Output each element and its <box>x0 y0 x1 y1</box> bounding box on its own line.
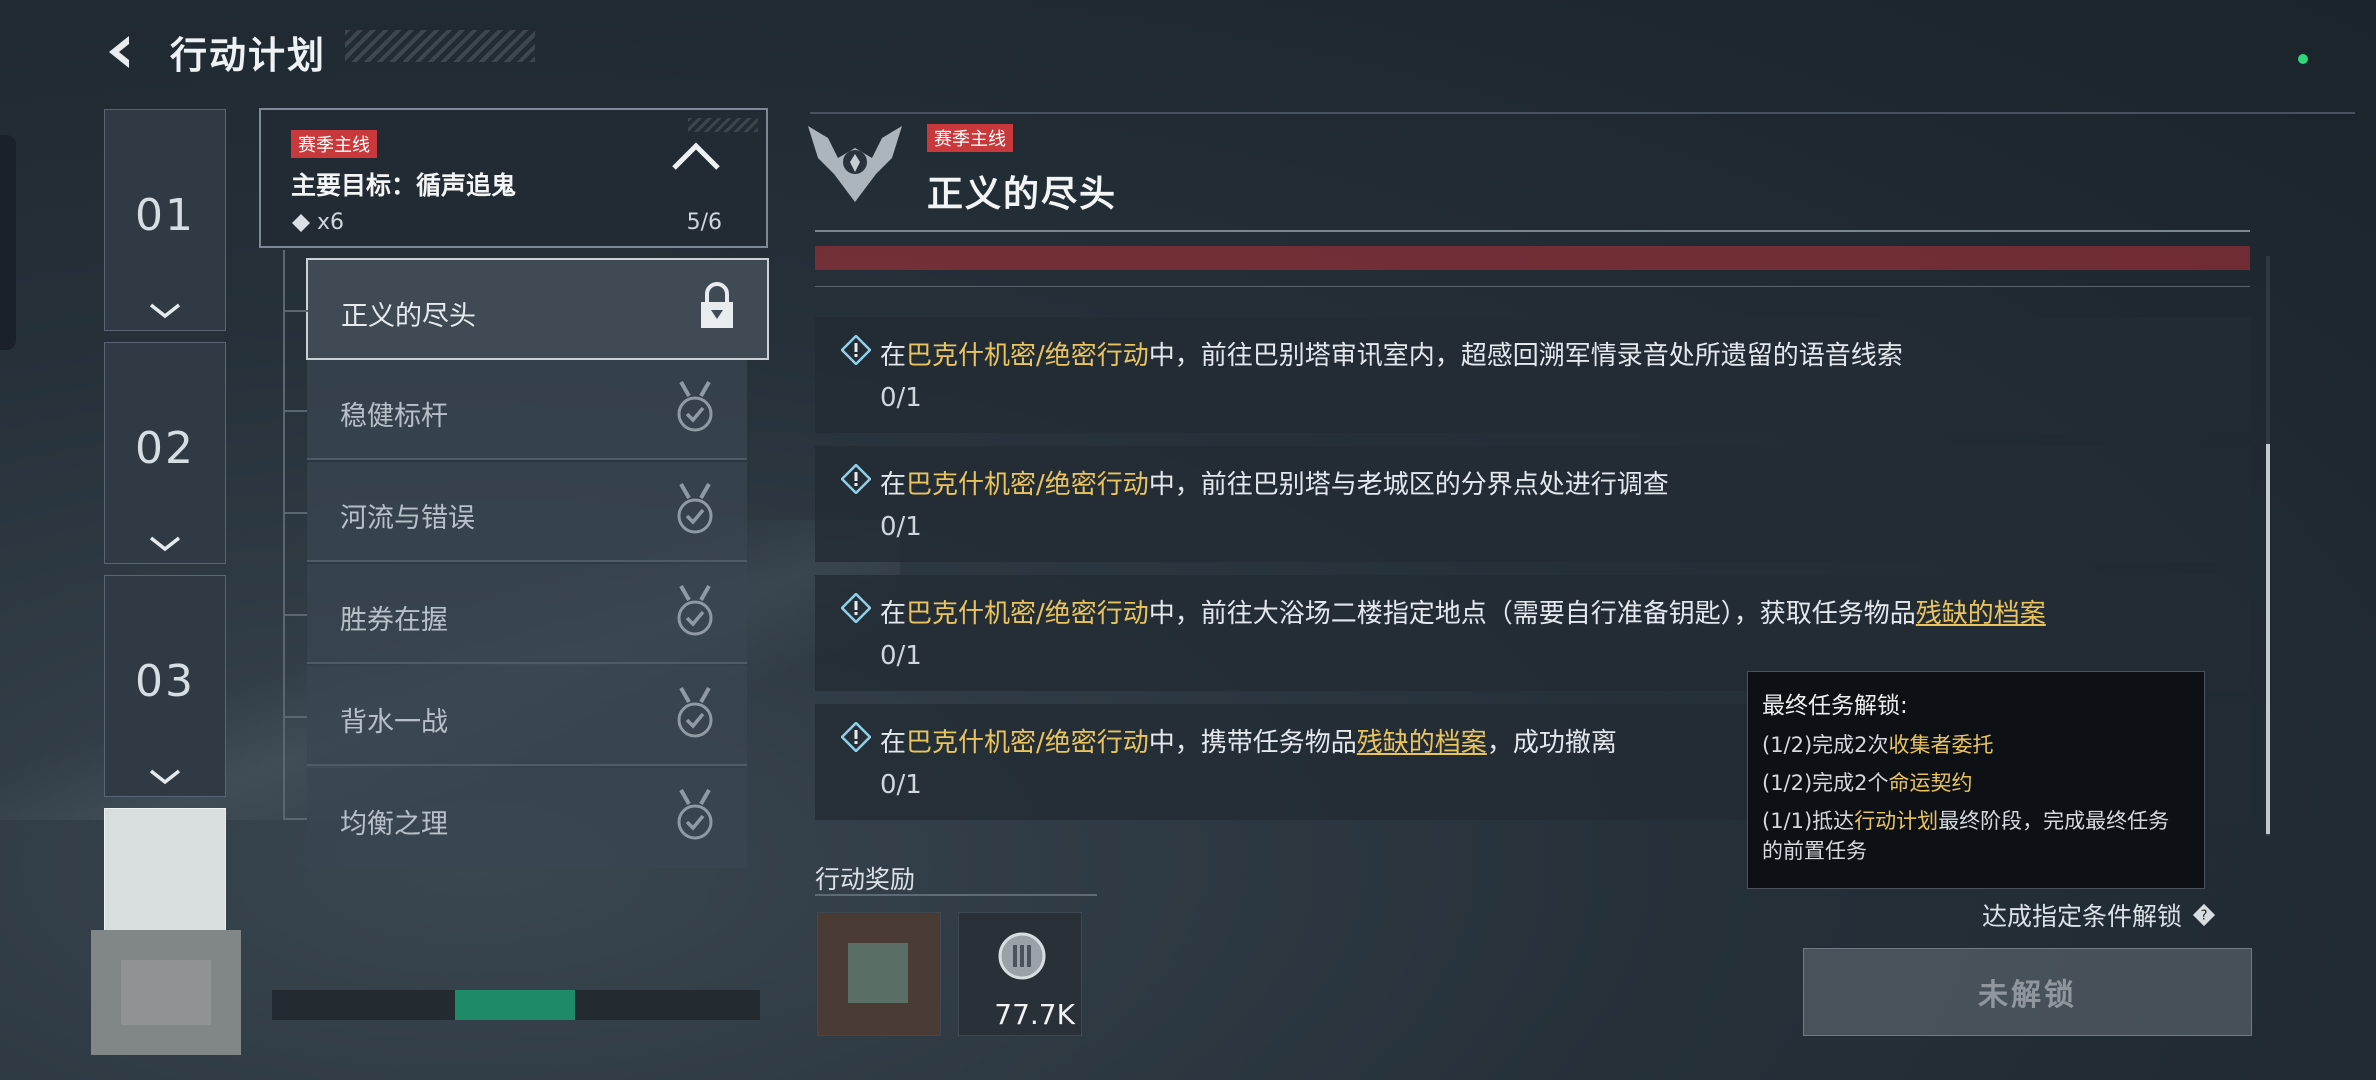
chapter-tab-03[interactable]: 03 <box>104 575 226 797</box>
subquest-label: 背水一战 <box>340 707 448 738</box>
chevron-down-icon <box>149 536 181 552</box>
reward-amount: 77.7K <box>994 998 1075 1031</box>
subquest-item[interactable]: 稳健标杆 <box>283 360 747 460</box>
avatar <box>91 930 241 1055</box>
reward-item[interactable] <box>817 912 941 1036</box>
header: 行动计划 <box>100 22 326 82</box>
card-decoration <box>688 118 758 132</box>
divider <box>815 894 1097 896</box>
task-description: 在巴克什机密/绝密行动中，前往巴别塔与老城区的分界点处进行调查 <box>880 470 1669 500</box>
unlock-hint-text: 达成指定条件解锁 <box>1982 902 2183 931</box>
task-description: 在巴克什机密/绝密行动中，前往大浴场二楼指定地点（需要自行准备钥匙），获取任务物… <box>880 599 2046 629</box>
task-progress: 0/1 <box>880 383 922 413</box>
tooltip-line: (1/2)完成2个命运契约 <box>1762 771 1973 795</box>
task-description: 在巴克什机密/绝密行动中，前往巴别塔审讯室内，超感回溯军情录音处所遗留的语音线索 <box>880 341 1903 371</box>
subquest-item[interactable]: 河流与错误 <box>283 462 747 562</box>
tooltip-title: 最终任务解锁: <box>1762 693 1908 719</box>
task-description: 在巴克什机密/绝密行动中，携带任务物品残缺的档案，成功撤离 <box>880 728 1617 758</box>
medal-check-icon <box>677 483 713 534</box>
task-progress: 0/1 <box>880 641 922 671</box>
diamond-icon <box>292 213 310 232</box>
chapter-number: 01 <box>135 189 195 241</box>
medal-check-icon <box>677 381 713 432</box>
subquest-item[interactable]: 均衡之理 <box>283 768 747 868</box>
info-diamond-icon <box>841 593 871 623</box>
task-progress: 0/1 <box>880 512 922 542</box>
lock-icon <box>701 282 733 328</box>
season-tag: 赛季主线 <box>291 130 377 158</box>
info-diamond-icon <box>841 335 871 365</box>
quest-progress: 5/6 <box>686 210 722 235</box>
title-decoration <box>345 30 535 62</box>
clipped-task-row <box>815 246 2250 270</box>
chapter-number: 02 <box>135 422 195 474</box>
bottom-status-bar <box>272 990 760 1020</box>
item-link[interactable]: 残缺的档案 <box>1916 599 2046 629</box>
task-progress: 0/1 <box>880 770 922 800</box>
chapter-tab-02[interactable]: 02 <box>104 342 226 564</box>
reward-item[interactable]: 77.7K <box>958 912 1082 1036</box>
subquest-label: 胜券在握 <box>340 605 448 636</box>
task-row: 在巴克什机密/绝密行动中，前往巴别塔与老城区的分界点处进行调查 0/1 <box>815 446 2250 562</box>
medal-check-icon <box>677 687 713 738</box>
subquest-item[interactable]: 胜券在握 <box>283 564 747 664</box>
rewards-label: 行动奖励 <box>815 865 916 894</box>
quest-reward: x6 <box>291 210 344 235</box>
season-tag: 赛季主线 <box>927 124 1013 152</box>
divider <box>815 230 2250 232</box>
status-dot <box>2298 54 2308 64</box>
coin-icon <box>998 932 1046 980</box>
page-title: 行动计划 <box>170 34 326 77</box>
subquest-label: 河流与错误 <box>340 503 475 534</box>
info-diamond-icon <box>841 464 871 494</box>
tree-connector <box>283 250 285 820</box>
subquest-item[interactable]: 背水一战 <box>283 666 747 766</box>
subquest-label: 均衡之理 <box>340 809 448 840</box>
unlock-tooltip: 最终任务解锁: (1/2)完成2次收集者委托 (1/2)完成2个命运契约 (1/… <box>1747 671 2205 889</box>
subquest-item[interactable]: 正义的尽头 <box>284 258 769 360</box>
left-edge-handle[interactable] <box>0 135 16 350</box>
medal-check-icon <box>677 789 713 840</box>
chapter-tab-01[interactable]: 01 <box>104 109 226 331</box>
detail-title: 正义的尽头 <box>927 174 1118 215</box>
svg-text:?: ? <box>2201 909 2208 924</box>
collapse-button[interactable] <box>668 136 724 176</box>
subquest-label: 正义的尽头 <box>341 301 476 332</box>
info-diamond-icon <box>841 722 871 752</box>
task-row: 在巴克什机密/绝密行动中，前往巴别塔审讯室内，超感回溯军情录音处所遗留的语音线索… <box>815 317 2250 433</box>
subquest-label: 稳健标杆 <box>340 401 448 432</box>
scrollbar[interactable] <box>2266 444 2270 834</box>
tooltip-line: (1/2)完成2次收集者委托 <box>1762 733 1994 757</box>
quest-reward-count: x6 <box>317 210 345 235</box>
chevron-down-icon <box>149 303 181 319</box>
item-link[interactable]: 残缺的档案 <box>1357 728 1487 758</box>
medal-check-icon <box>677 585 713 636</box>
quest-name: 主要目标：循声追鬼 <box>291 171 517 200</box>
eagle-emblem-icon <box>808 126 902 202</box>
unlock-hint[interactable]: 达成指定条件解锁 ? <box>1982 897 2216 933</box>
divider <box>810 112 2355 114</box>
chapter-number: 03 <box>135 655 195 707</box>
divider <box>815 286 2250 287</box>
main-quest-card[interactable]: 赛季主线 主要目标：循声追鬼 x6 5/6 <box>259 108 768 248</box>
tooltip-line: (1/1)抵达行动计划最终阶段，完成最终任务的前置任务 <box>1762 809 2170 863</box>
chevron-up-icon <box>672 142 720 170</box>
chevron-down-icon <box>149 769 181 785</box>
locked-button[interactable]: 未解锁 <box>1803 948 2252 1036</box>
back-arrow-icon[interactable] <box>100 31 142 73</box>
help-icon[interactable]: ? <box>2192 903 2216 927</box>
